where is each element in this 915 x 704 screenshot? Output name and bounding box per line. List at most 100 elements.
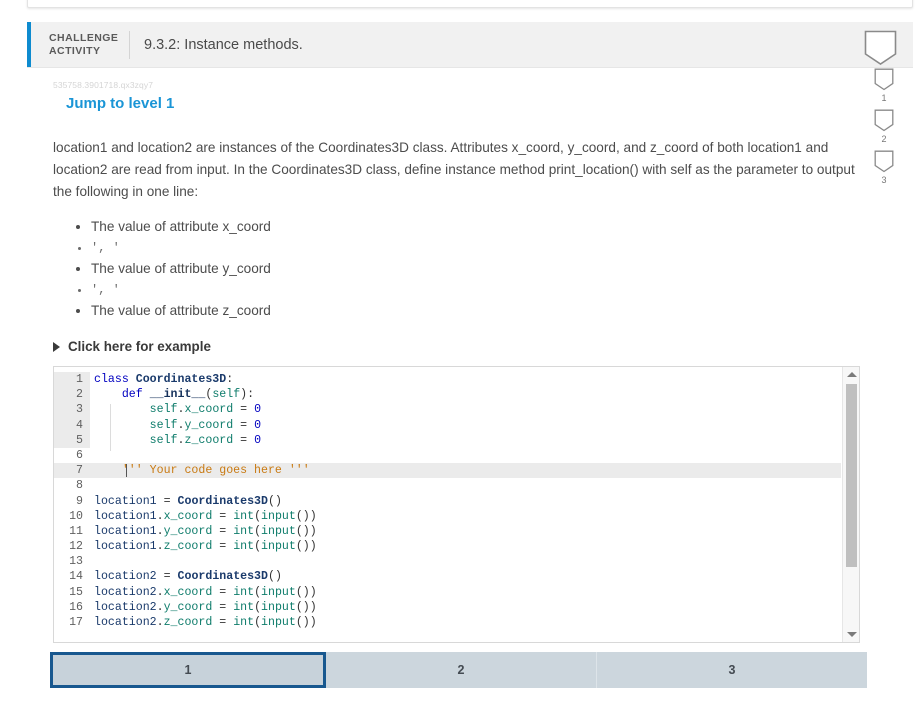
code-line[interactable]: 6 [54,448,841,463]
scrollbar-thumb[interactable] [846,384,857,567]
editor-scrollbar[interactable] [842,367,859,642]
code-line[interactable]: 7 ''' Your code goes here ''' [54,463,841,479]
code-token: ()) [295,616,317,629]
level-tab-3[interactable]: 3 [597,652,867,688]
challenge-activity-label: CHALLENGE ACTIVITY [49,32,121,58]
code-source[interactable]: location2 = Coordinates3D() [90,569,841,584]
code-token: = [163,494,171,508]
line-number: 7 [54,463,90,479]
previous-activity-card [27,0,913,8]
code-token: 0 [254,433,262,447]
code-line[interactable]: 8 [54,478,841,493]
code-line[interactable]: 10 location1.x_coord = int(input()) [54,509,841,524]
code-line[interactable]: 4 self.y_coord = 0 [54,417,841,433]
code-source[interactable] [90,554,841,569]
spec-list-item: The value of attribute x_coord [91,217,887,237]
challenge-label-line2: ACTIVITY [49,44,101,57]
code-source[interactable]: location1.y_coord = int(input()) [90,524,841,539]
code-line[interactable]: 14 location2 = Coordinates3D() [54,569,841,584]
code-token: location2 [94,585,157,599]
level-tab-label: 1 [184,663,192,677]
code-token: self [149,418,178,432]
level-tab-1[interactable]: 1 [50,652,326,688]
code-line[interactable]: 12 location1.z_coord = int(input()) [54,539,841,554]
code-token: location1 [94,509,157,523]
code-source[interactable] [90,448,841,463]
code-token: Coordinates3D [135,373,227,386]
code-token: ''' Your code goes here ''' [121,464,310,478]
scroll-down-arrow[interactable] [843,627,859,642]
code-token: input [261,600,296,614]
level-tab-2[interactable]: 2 [326,652,597,688]
activity-id: 535758.3901718.qx3zqy7 [53,80,154,90]
code-token: Coordinates3D [177,494,268,508]
jump-to-level-link[interactable]: Jump to level 1 [66,95,174,112]
code-token: __init__ [149,388,206,402]
level-shield-3[interactable]: 3 [874,150,894,185]
code-token: . [156,585,164,599]
shield-icon [874,109,894,132]
code-token: input [261,616,296,629]
example-disclosure-toggle[interactable]: Click here for example [53,339,887,354]
code-token: input [261,585,296,599]
triangle-up-icon [846,372,857,377]
code-token: z_coord [163,540,213,554]
activity-header: CHALLENGE ACTIVITY 9.3.2: Instance metho… [27,22,913,68]
code-line[interactable]: 1 class Coordinates3D: [54,372,841,388]
code-source[interactable]: self.z_coord = 0 [90,433,841,448]
code-source[interactable]: location1.z_coord = int(input()) [90,539,841,554]
code-lines[interactable]: 1 class Coordinates3D: 2 def __init__(self… [54,367,841,630]
level-tab-strip[interactable]: 1 2 3 [50,652,867,688]
code-token: ( [254,600,262,614]
code-line[interactable]: 16 location2.y_coord = int(input()) [54,600,841,615]
level-shield-1[interactable]: 1 [874,68,894,103]
code-token: x_coord [163,509,213,523]
code-line[interactable]: 15 location2.x_coord = int(input()) [54,585,841,600]
code-source[interactable]: ''' Your code goes here ''' [90,463,841,479]
code-line[interactable]: 11 location1.y_coord = int(input()) [54,524,841,539]
code-token: class [94,373,129,386]
code-source[interactable]: location2.y_coord = int(input()) [90,600,841,615]
line-number: 6 [76,448,83,462]
line-number: 11 [69,524,83,538]
code-line[interactable]: 2 def __init__(self): [54,387,841,403]
code-line[interactable]: 5 self.z_coord = 0 [54,432,841,448]
code-source[interactable]: self.y_coord = 0 [90,418,841,433]
code-editor[interactable]: 1 class Coordinates3D: 2 def __init__(self… [53,366,860,643]
line-number: 13 [69,555,83,569]
code-token: . [156,540,164,554]
code-token: ( [254,509,262,523]
code-line[interactable]: 13 [54,554,841,569]
code-token: y_coord [163,600,213,614]
code-source[interactable]: location1.x_coord = int(input()) [90,509,841,524]
level-shield-number: 2 [881,134,887,144]
code-line[interactable]: 9 location1 = Coordinates3D() [54,494,841,509]
code-token: ()) [295,509,317,523]
code-token: ()) [295,585,317,599]
line-number: 4 [54,417,90,433]
code-line[interactable]: 3 self.x_coord = 0 [54,402,841,418]
code-source[interactable]: location2.x_coord = int(input()) [90,585,841,600]
level-shield-2[interactable]: 2 [874,109,894,144]
code-line[interactable]: 17 location2.z_coord = int(input()) [54,615,841,630]
code-source[interactable]: class Coordinates3D: [90,372,841,387]
shield-icon[interactable] [864,30,897,66]
code-source[interactable]: self.x_coord = 0 [90,402,841,417]
code-token: = [163,570,171,584]
code-token: () [267,494,282,508]
scroll-up-arrow[interactable] [843,367,859,382]
code-source[interactable] [90,478,841,493]
shield-glyph [864,30,897,65]
code-source[interactable]: location2.z_coord = int(input()) [90,615,841,630]
line-number: 15 [69,585,83,599]
example-toggle-label: Click here for example [68,339,211,354]
header-divider [129,30,130,59]
code-source[interactable]: location1 = Coordinates3D() [90,494,841,509]
output-spec-list: The value of attribute x_coord', 'The va… [53,217,887,321]
code-source[interactable]: def __init__(self): [90,387,841,402]
level-tab-label: 3 [728,663,736,677]
